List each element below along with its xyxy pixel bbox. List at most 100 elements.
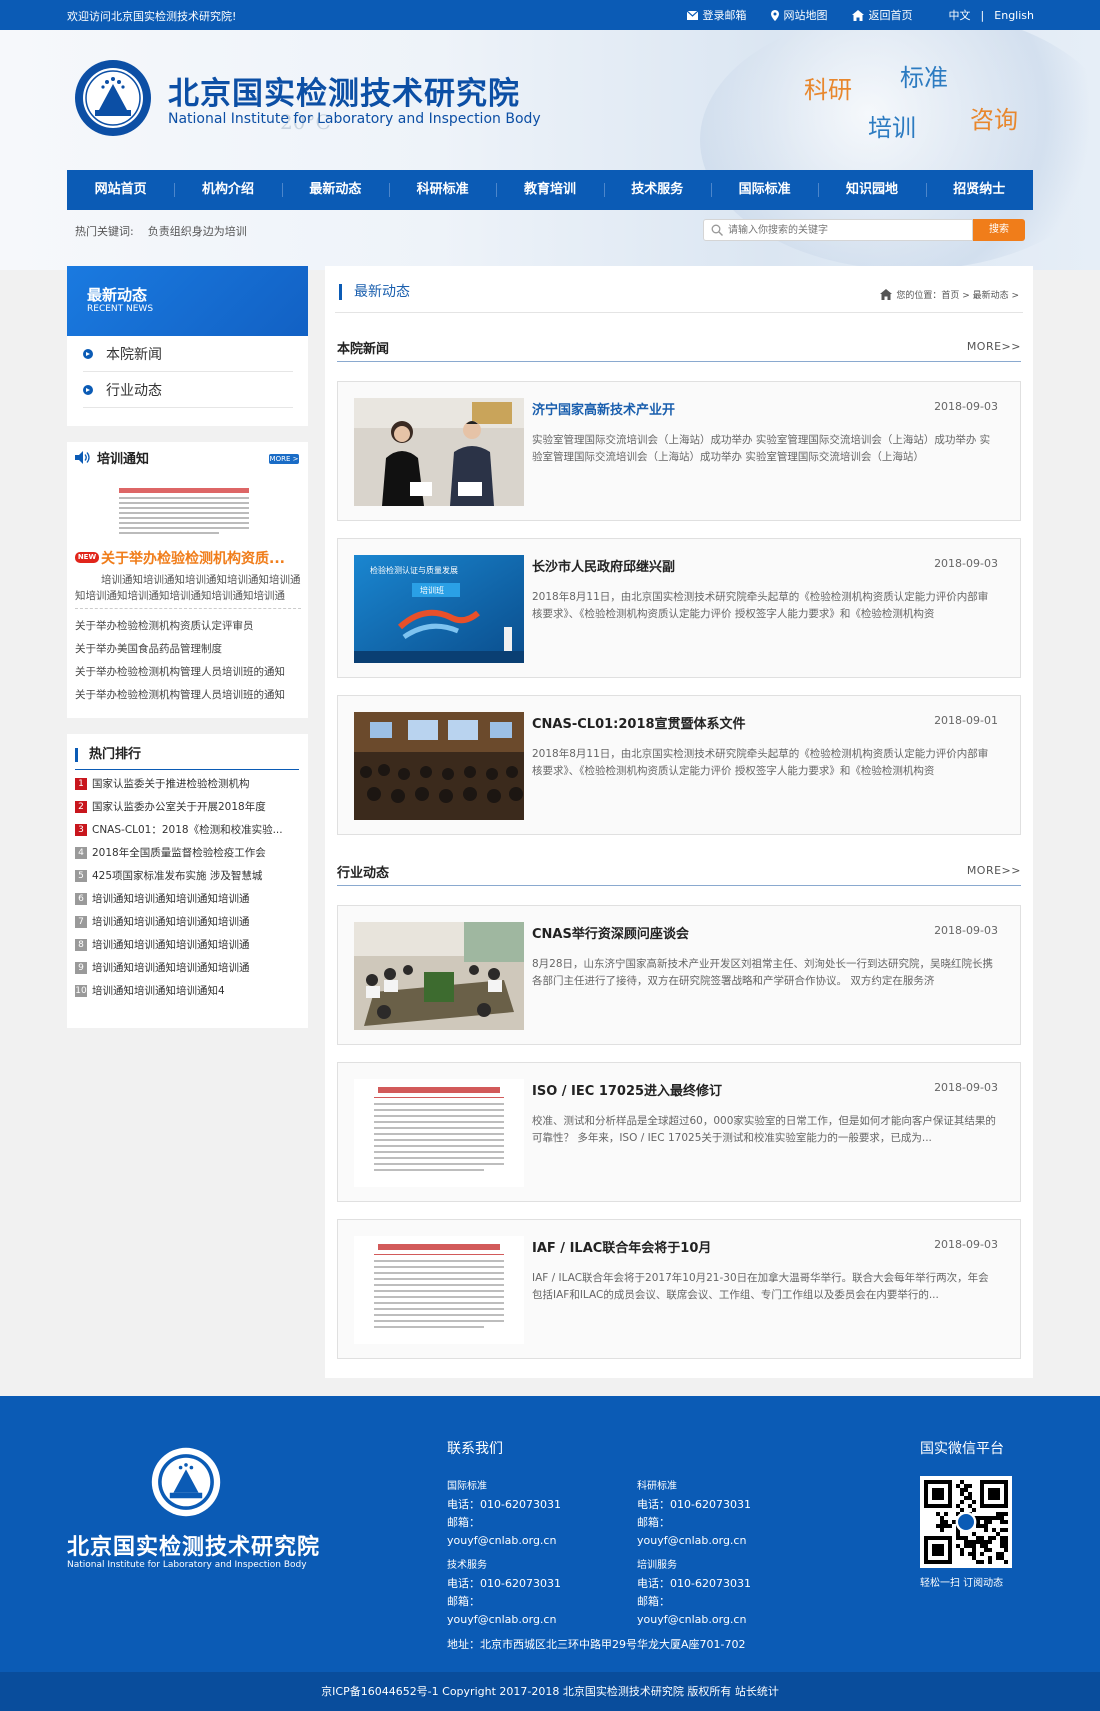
news-title[interactable]: CNAS举行资深顾问座谈会 [532, 923, 689, 942]
contact-email-link[interactable]: youyf@cnlab.org.cn [637, 1534, 746, 1547]
map-pin-icon [770, 9, 779, 21]
ranking-item[interactable]: 1 国家认监委关于推进检验检测机构 [75, 776, 301, 791]
ranking-item[interactable]: 6 培训通知培训通知培训通知培训通 [75, 891, 301, 906]
news-card[interactable]: IAF / ILAC联合年会将于10月 2018-09-03 IAF / ILA… [337, 1219, 1021, 1359]
news-card[interactable]: ISO / IEC 17025进入最终修订 2018-09-03 校准、测试和分… [337, 1062, 1021, 1202]
photo-banner-caption: 培训班 [420, 585, 444, 595]
rank-number-badge: 2 [75, 800, 87, 813]
contact-email-link[interactable]: youyf@cnlab.org.cn [447, 1613, 556, 1626]
training-link[interactable]: 关于举办检验检测机构资质认定评审员 [75, 618, 254, 633]
ranking-item[interactable]: 10 培训通知培训通知培训通知4 [75, 983, 301, 998]
institute-emblem-icon [75, 60, 151, 136]
training-more-button[interactable]: MORE > [269, 454, 299, 464]
sitemap-link[interactable]: 网站地图 [770, 7, 828, 23]
hot-keyword[interactable]: 负责组织 [148, 223, 192, 239]
lang-en-link[interactable]: English [994, 9, 1034, 22]
news-title[interactable]: ISO / IEC 17025进入最终修订 [532, 1080, 722, 1099]
news-title[interactable]: IAF / ILAC联合年会将于10月 [532, 1237, 711, 1256]
contact-dept: 科研标准 [637, 1481, 677, 1492]
nav-item-careers[interactable]: 招贤纳士 [925, 170, 1033, 210]
news-title[interactable]: 长沙市人民政府邱继兴副 [532, 556, 675, 575]
ranking-item[interactable]: 7 培训通知培训通知培训通知培训通 [75, 914, 301, 929]
nav-item-knowledge[interactable]: 知识园地 [818, 170, 925, 210]
training-headline[interactable]: 关于举办检验检测机构资质... [101, 548, 301, 568]
news-date: 2018-09-03 [934, 1081, 998, 1094]
hot-keyword[interactable]: 身边 [192, 223, 214, 239]
news-card[interactable]: 检验检测认证与质量发展 培训班 长沙市人民政府邱继兴副 2018-09-03 2… [337, 538, 1021, 678]
training-link[interactable]: 关于举办检验检测机构管理人员培训班的通知 [75, 664, 285, 679]
sidebar-item-label: 本院新闻 [106, 346, 162, 363]
sidebar-title: 最新动态 [87, 286, 148, 304]
nav-item-standards[interactable]: 国际标准 [710, 170, 818, 210]
contact-dept: 国际标准 [447, 1481, 487, 1492]
nav-item-home[interactable]: 网站首页 [67, 170, 174, 210]
slogan-keyan: 科研 [804, 76, 852, 104]
ranking-item[interactable]: 3 CNAS-CL01：2018《检测和校准实验... [75, 822, 301, 837]
hot-keywords-label: 热门关键词: [75, 225, 134, 238]
nav-item-research[interactable]: 科研标准 [388, 170, 496, 210]
hot-keyword[interactable]: 为 [214, 223, 225, 239]
ranking-item-text: CNAS-CL01：2018《检测和校准实验... [92, 824, 283, 836]
ranking-item[interactable]: 9 培训通知培训通知培训通知培训通 [75, 960, 301, 975]
qr-caption: 轻松一扫 订阅动态 [920, 1578, 1004, 1589]
training-link[interactable]: 关于举办检验检测机构管理人员培训班的通知 [75, 687, 285, 702]
rank-number-badge: 10 [75, 984, 87, 997]
news-photo [354, 398, 524, 506]
ranking-item[interactable]: 5 425项国家标准发布实施 涉及智慧城 [75, 868, 301, 883]
contact-phone: 电话：010-62073031 [637, 1577, 751, 1590]
hot-keyword[interactable]: 培训 [225, 223, 247, 239]
divider [335, 312, 1023, 313]
nav-item-about[interactable]: 机构介绍 [174, 170, 281, 210]
contact-phone: 电话：010-62073031 [447, 1577, 561, 1590]
sidebar-header: 最新动态 RECENT NEWS [67, 266, 308, 336]
news-card[interactable]: CNAS举行资深顾问座谈会 2018-09-03 8月28日，山东济宁国家高新技… [337, 905, 1021, 1045]
ranking-item[interactable]: 4 2018年全国质量监督检验检疫工作会 [75, 845, 301, 860]
ranking-item-text: 培训通知培训通知培训通知培训通 [92, 893, 250, 905]
arrow-bullet-icon [83, 348, 93, 359]
nav-item-services[interactable]: 技术服务 [603, 170, 711, 210]
section-more-link[interactable]: MORE>> [967, 864, 1021, 877]
nav-item-education[interactable]: 教育培训 [496, 170, 603, 210]
news-date: 2018-09-03 [934, 557, 998, 570]
ranking-item-text: 培训通知培训通知培训通知4 [92, 985, 225, 997]
contact-dept: 技术服务 [447, 1560, 487, 1571]
news-summary: IAF / ILAC联合年会将于2017年10月21-30日在加拿大温哥华举行。… [532, 1272, 989, 1301]
lang-cn-link[interactable]: 中文 [949, 7, 971, 23]
section-header-industry-news: 行业动态 MORE>> [337, 856, 1021, 886]
training-notice-thumbnail[interactable] [109, 484, 259, 540]
ranking-item-text: 国家认监委关于推进检验检测机构 [92, 778, 250, 790]
news-title[interactable]: 济宁国家高新技术产业开 [532, 399, 675, 418]
sitemap-label: 网站地图 [783, 9, 828, 22]
contact-block: 培训服务 电话：010-62073031 邮箱： youyf@cnlab.org… [637, 1557, 751, 1629]
sidebar-subtitle: RECENT NEWS [87, 304, 154, 314]
contact-email-link[interactable]: youyf@cnlab.org.cn [447, 1534, 556, 1547]
nav-item-news[interactable]: 最新动态 [281, 170, 389, 210]
news-title[interactable]: CNAS-CL01:2018宣贯暨体系文件 [532, 713, 746, 732]
footer-logo-english: National Institute for Laboratory and In… [67, 1560, 307, 1570]
training-description: 培训通知培训通知培训通知培训通知培训通知培训通知培训通知培训通知培训通知培训通 [75, 572, 301, 609]
training-link[interactable]: 关于举办美国食品药品管理制度 [75, 641, 222, 656]
contact-email-link[interactable]: youyf@cnlab.org.cn [637, 1613, 746, 1626]
rank-number-badge: 6 [75, 892, 87, 905]
sidebar-menu: 本院新闻 行业动态 [67, 336, 308, 426]
ranking-item[interactable]: 2 国家认监委办公室关于开展2018年度 [75, 799, 301, 814]
section-more-link[interactable]: MORE>> [967, 340, 1021, 353]
home-link[interactable]: 返回首页 [851, 7, 913, 23]
contact-mail-label: 邮箱： [447, 1595, 480, 1608]
ranking-item[interactable]: 8 培训通知培训通知培训通知培训通 [75, 937, 301, 952]
sidebar-item-institute-news[interactable]: 本院新闻 [83, 336, 293, 372]
arrow-bullet-icon [83, 384, 93, 395]
sidebar-item-industry-news[interactable]: 行业动态 [83, 372, 293, 408]
photo-banner-caption: 检验检测认证与质量发展 [370, 565, 458, 575]
search-button[interactable]: 搜索 [973, 219, 1025, 241]
login-mail-link[interactable]: 登录邮箱 [686, 7, 747, 23]
news-card[interactable]: 济宁国家高新技术产业开 2018-09-03 实验室管理国际交流培训会（上海站）… [337, 381, 1021, 521]
news-card[interactable]: CNAS-CL01:2018宣贯暨体系文件 2018-09-01 2018年8月… [337, 695, 1021, 835]
search-input[interactable] [728, 222, 958, 238]
contact-mail-label: 邮箱： [637, 1516, 670, 1529]
news-summary: 2018年8月11日，由北京国实检测技术研究院牵头起草的《检验检测机构资质认定能… [532, 748, 989, 777]
search-icon [711, 224, 723, 236]
rank-number-badge: 9 [75, 961, 87, 974]
training-title: 培训通知 [75, 448, 149, 467]
logo-english-name: National Institute for Laboratory and In… [168, 111, 541, 127]
